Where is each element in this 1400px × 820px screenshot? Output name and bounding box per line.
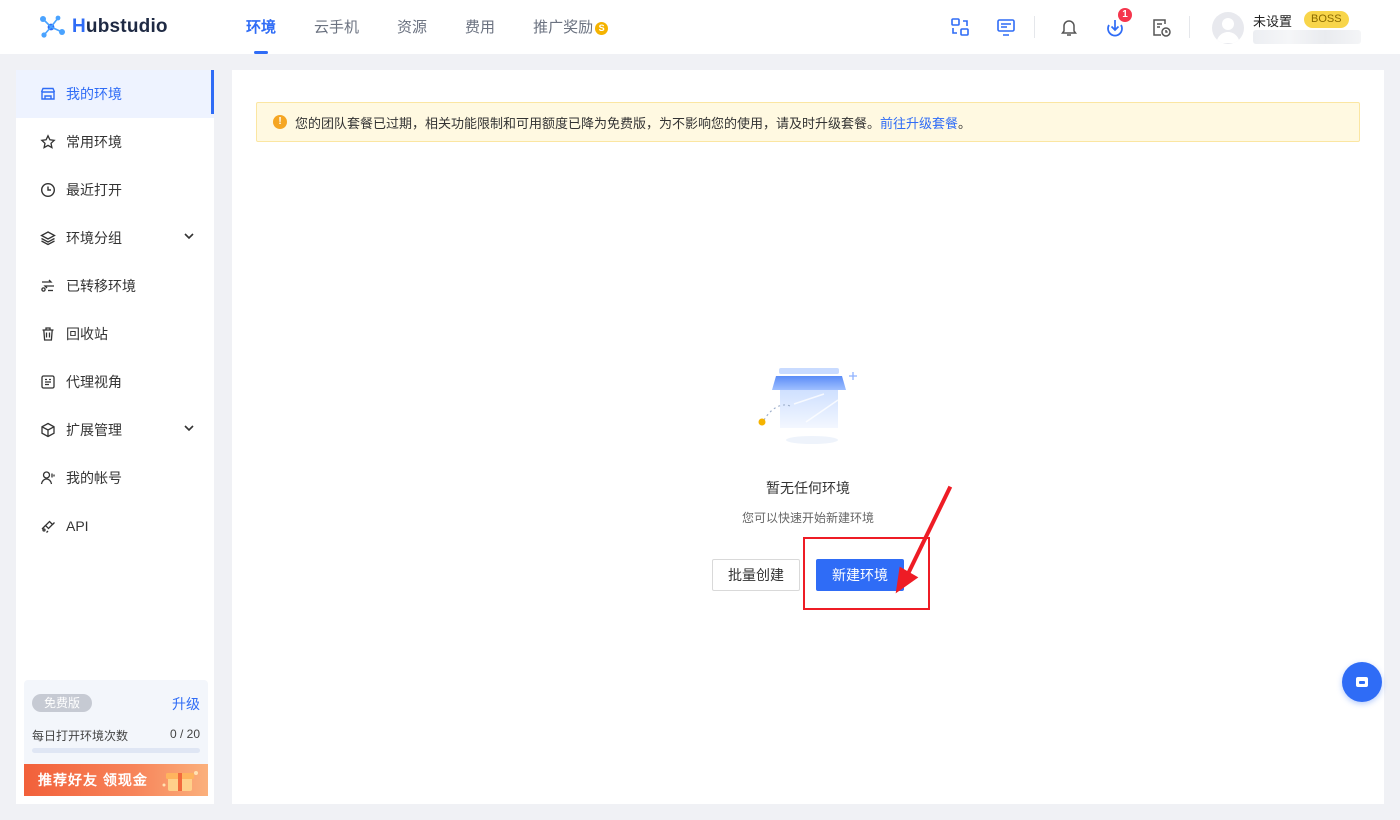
nav-tab-environments[interactable]: 环境 (246, 0, 276, 54)
empty-subtitle: 您可以快速开始新建环境 (741, 511, 874, 525)
referral-banner[interactable]: 推荐好友 领现金 (24, 764, 208, 796)
notice-text: 您的团队套餐已过期，相关功能限制和可用额度已降为免费版，为不影响您的使用，请及时… (295, 115, 881, 131)
download-badge: 1 (1118, 8, 1132, 22)
nav-tab-referral[interactable]: 推广奖励 S (533, 0, 609, 54)
sidebar-item-label: 环境分组 (66, 230, 122, 246)
sidebar-item-recycle-bin[interactable]: 回收站 (16, 310, 214, 358)
sidebar-item-transferred[interactable]: 已转移环境 (16, 262, 214, 310)
plan-tag: 免费版 (32, 694, 93, 712)
nav-tab-cloud-phone[interactable]: 云手机 (314, 0, 359, 54)
sidebar-item-label: 代理视角 (66, 374, 122, 390)
sidebar-item-extensions[interactable]: 扩展管理 (16, 406, 214, 454)
empty-title: 暂无任何环境 (766, 480, 850, 496)
sidebar-item-api[interactable]: API (16, 502, 214, 550)
usage-count: 0 / 20 (169, 727, 200, 741)
plan-card: 免费版 升级 每日打开环境次数 0 / 20 推荐好友 领现金 (24, 680, 208, 796)
sidebar-item-label: 回收站 (66, 326, 108, 342)
customer-service-button[interactable] (1342, 662, 1382, 702)
sidebar-item-groups[interactable]: 环境分组 (16, 214, 214, 262)
logo-text: Hubstudio (72, 16, 168, 37)
sidebar-item-label: 常用环境 (66, 134, 122, 150)
toolbar-divider (1189, 16, 1190, 38)
warning-icon: ! (273, 115, 287, 129)
top-bar: Hubstudio 环境 云手机 资源 费用 推广奖励 S 1 未设置 BOSS (0, 0, 1400, 54)
schedule-icon[interactable] (1148, 13, 1174, 41)
api-icon (40, 518, 56, 534)
sidebar-item-label: 我的帐号 (66, 470, 122, 486)
upgrade-plan-link[interactable]: 前往升级套餐 (880, 113, 958, 132)
sidebar-item-label: 已转移环境 (66, 278, 136, 294)
chat-icon (1356, 677, 1368, 687)
trash-icon (40, 326, 56, 342)
user-name: 未设置 (1253, 14, 1293, 29)
transfer-icon (40, 278, 56, 294)
window-manager-icon[interactable] (993, 13, 1019, 41)
sidebar-item-label: 我的环境 (66, 86, 122, 102)
role-badge: BOSS (1304, 11, 1349, 28)
usage-progress-bar (32, 748, 200, 753)
user-icon (40, 470, 56, 486)
nav-tab-resources[interactable]: 资源 (397, 0, 427, 54)
main-nav: 环境 云手机 资源 费用 推广奖励 S (246, 0, 646, 54)
toolbar-divider (1034, 16, 1035, 38)
sidebar-item-recent[interactable]: 最近打开 (16, 166, 214, 214)
chevron-down-icon[interactable] (184, 424, 194, 432)
avatar (1212, 12, 1244, 44)
sidebar: 我的环境 常用环境 最近打开 环境分组 已转移环境 回收站 代理视角 扩展管理 … (16, 70, 214, 804)
upgrade-link[interactable]: 升级 (172, 694, 200, 714)
usage-label: 每日打开环境次数 (32, 729, 129, 743)
layers-icon (40, 230, 56, 246)
coin-icon: S (595, 22, 609, 35)
nav-tab-referral-label: 推广奖励 (533, 19, 594, 36)
notice-suffix: 。 (958, 115, 972, 131)
main-panel: ! 您的团队套餐已过期，相关功能限制和可用额度已降为免费版，为不影响您的使用，请… (232, 70, 1384, 804)
expiry-notice: ! 您的团队套餐已过期，相关功能限制和可用额度已降为免费版，为不影响您的使用，请… (256, 102, 1360, 142)
logo-icon (40, 15, 65, 38)
star-icon (40, 134, 56, 150)
gift-box-icon (162, 771, 198, 791)
sidebar-item-favorites[interactable]: 常用环境 (16, 118, 214, 166)
sidebar-item-my-account[interactable]: 我的帐号 (16, 454, 214, 502)
annotation-arrow (895, 485, 953, 594)
empty-state-illustration (758, 368, 857, 444)
chevron-down-icon[interactable] (184, 232, 194, 240)
proxy-icon (40, 374, 56, 390)
sidebar-item-my-environments[interactable]: 我的环境 (16, 70, 214, 118)
referral-banner-text: 推荐好友 领现金 (38, 772, 148, 788)
clock-icon (40, 182, 56, 198)
batch-create-button[interactable]: 批量创建 (712, 559, 800, 591)
sync-window-icon[interactable] (947, 13, 973, 41)
sidebar-item-proxy-view[interactable]: 代理视角 (16, 358, 214, 406)
app-logo[interactable]: Hubstudio (38, 12, 168, 42)
download-icon[interactable]: 1 (1102, 8, 1132, 41)
bell-icon[interactable] (1056, 13, 1082, 41)
store-icon (40, 86, 56, 102)
nav-tab-billing[interactable]: 费用 (465, 0, 495, 54)
sidebar-item-label: API (66, 518, 89, 534)
sidebar-item-label: 最近打开 (66, 182, 122, 198)
sidebar-item-label: 扩展管理 (66, 422, 122, 438)
cube-icon (40, 422, 56, 438)
blurred-account-id (1253, 30, 1361, 44)
